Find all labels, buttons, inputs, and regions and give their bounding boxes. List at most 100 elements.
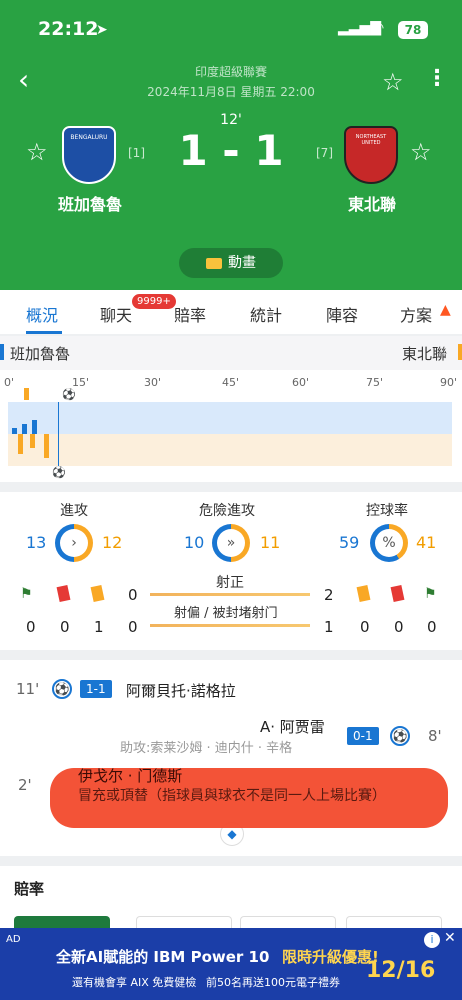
battery-indicator: 78 — [398, 21, 428, 39]
on-target-label: 射正 — [216, 575, 244, 591]
home-logo-text: BENGALURU — [70, 134, 108, 141]
odds-title: 賠率 — [14, 880, 45, 898]
on-target-home: 0 — [128, 586, 138, 604]
odds-card: 賠率 — [0, 866, 462, 928]
odds-company-tab[interactable] — [14, 916, 110, 928]
away-corners: 0 — [427, 618, 437, 636]
goal-ball-icon: ⚽ — [52, 679, 72, 699]
tab-stats[interactable]: 統計 — [250, 302, 282, 326]
odds-cell[interactable] — [346, 916, 442, 928]
timeline-away-name: 東北聯 — [402, 345, 448, 363]
event-player[interactable]: 伊戈尔 · 门德斯 — [78, 765, 182, 786]
away-momentum-band — [8, 434, 452, 466]
active-tab-underline — [26, 331, 62, 334]
away-star-icon[interactable]: ☆ — [410, 138, 432, 166]
odds-cell[interactable] — [136, 916, 232, 928]
ad-date: 12/16 — [366, 958, 436, 983]
attack-home: 13 — [26, 533, 47, 552]
home-team-logo[interactable]: BENGALURU — [62, 126, 116, 184]
danger-label: 危險進攻 — [199, 503, 255, 519]
tab-bar: 概況 聊天 賠率 統計 陣容 方案 ▲ — [0, 290, 462, 334]
home-corners: 0 — [26, 618, 36, 636]
on-target-bar — [150, 593, 310, 596]
tick-90: 90' — [440, 376, 458, 389]
away-bar — [30, 434, 35, 448]
home-red-cards: 0 — [60, 618, 70, 636]
attack-ring: › — [55, 524, 93, 562]
red-card-icon — [56, 585, 71, 602]
event-assist: 助攻:索莱沙姆 · 迪内什 · 辛格 — [120, 741, 293, 756]
status-time: 22:12 — [38, 18, 99, 40]
percent-icon: % — [375, 529, 403, 557]
pitch-icon — [206, 257, 222, 269]
tick-60: 60' — [292, 376, 310, 389]
event-player[interactable]: 阿爾貝托·諾格拉 — [126, 680, 236, 701]
timeline-teams-bar: 班加魯魯 東北聯 — [0, 336, 462, 370]
away-red-cards: 0 — [394, 618, 404, 636]
tab-overview[interactable]: 概況 — [26, 302, 58, 326]
tab-odds[interactable]: 賠率 — [174, 302, 206, 326]
tab-plans[interactable]: 方案 — [400, 302, 432, 326]
close-icon[interactable]: ✕ — [444, 930, 456, 946]
tick-75: 75' — [366, 376, 384, 389]
favorite-star-icon[interactable]: ☆ — [382, 68, 404, 96]
away-yellow-cards: 0 — [360, 618, 370, 636]
attack-label: 進攻 — [60, 503, 88, 519]
goal-ball-icon: ⚽ — [52, 466, 66, 479]
match-header: 22:12 ➤ ▂▃▅▇ ◠ 78 ‹ 印度超級聯賽 2024年11月8日 星期… — [0, 0, 462, 290]
home-team-name[interactable]: 班加魯魯 — [30, 191, 150, 215]
away-bar — [18, 434, 23, 454]
chat-count-badge: 9999+ — [132, 294, 176, 309]
double-chevron-icon: » — [217, 529, 245, 557]
ad-headline: 全新AI賦能的 IBM Power 10 — [56, 948, 270, 966]
event-note: 冒充或頂替（指球員與球衣不是同一人上場比賽） — [78, 788, 386, 804]
ad-info-icon[interactable]: i — [424, 932, 440, 948]
away-team-name[interactable]: 東北聯 — [312, 191, 432, 215]
corner-flag-icon: ⚑ — [20, 586, 33, 602]
corner-flag-icon: ⚑ — [424, 586, 437, 602]
possession-label: 控球率 — [366, 503, 408, 519]
tab-chat[interactable]: 聊天 — [100, 302, 132, 326]
event-minute: 8' — [428, 727, 442, 745]
chevron-right-icon: › — [60, 529, 88, 557]
home-momentum-band — [8, 402, 452, 434]
home-bar — [32, 420, 37, 434]
away-team-logo[interactable]: NORTHEAST UNITED — [344, 126, 398, 184]
current-minute-line — [58, 402, 59, 466]
home-bar — [22, 424, 27, 434]
stats-card: 進攻 危險進攻 控球率 13 › 12 10 » 11 59 % 41 ⚑ 0 … — [0, 492, 462, 650]
more-icon[interactable]: ⋮ — [426, 66, 448, 91]
possession-away: 41 — [416, 533, 437, 552]
ad-promo: 限時升級優惠! — [282, 948, 379, 966]
animation-label: 動畫 — [228, 255, 256, 271]
fire-icon: ▲ — [440, 302, 451, 318]
red-card-icon — [390, 585, 405, 602]
momentum-timeline: 0' 15' 30' 45' 60' 75' 90' ⚽ ⚽ — [0, 370, 462, 482]
danger-home: 10 — [184, 533, 205, 552]
home-yellow-cards: 1 — [94, 618, 104, 636]
location-arrow-icon: ➤ — [96, 22, 108, 38]
odds-cell[interactable] — [240, 916, 336, 928]
off-target-home: 0 — [128, 618, 138, 636]
off-target-label: 射偏 / 被封堵射门 — [174, 606, 278, 621]
off-target-bar — [150, 624, 310, 627]
possession-ring: % — [370, 524, 408, 562]
tick-45: 45' — [222, 376, 240, 389]
animation-button[interactable]: 動畫 — [179, 248, 283, 278]
event-player[interactable]: A· 阿贾雷 — [260, 716, 325, 737]
home-star-icon[interactable]: ☆ — [26, 138, 48, 166]
event-score: 1-1 — [80, 680, 112, 698]
event-minute: 2' — [18, 776, 32, 794]
tick-30: 30' — [144, 376, 162, 389]
possession-home: 59 — [339, 533, 360, 552]
home-bar — [12, 428, 17, 434]
tab-lineup[interactable]: 陣容 — [326, 302, 358, 326]
on-target-away: 2 — [324, 586, 334, 604]
event-score: 0-1 — [347, 727, 379, 745]
ad-subtext: 前50名再送100元電子禮券 — [206, 976, 340, 989]
attack-away: 12 — [102, 533, 123, 552]
timeline-home-name: 班加魯魯 — [10, 345, 71, 363]
event-minute: 11' — [16, 680, 40, 698]
ad-subtext: 還有機會享 AIX 免費健檢 — [72, 976, 197, 989]
ad-banner[interactable]: AD 全新AI賦能的 IBM Power 10 限時升級優惠! 還有機會享 AI… — [0, 928, 462, 1000]
